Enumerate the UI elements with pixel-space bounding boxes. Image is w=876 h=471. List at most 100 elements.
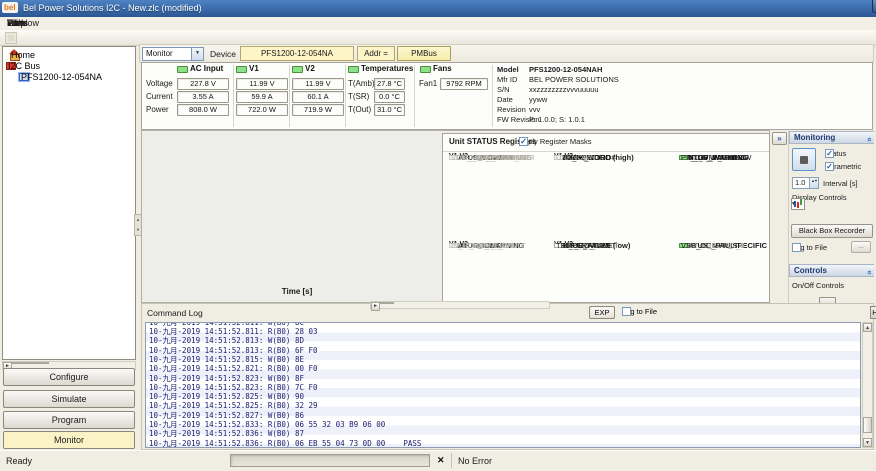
command-log-title: Command Log [147,308,203,318]
log-filter-hlp-button[interactable]: HLP [870,306,876,319]
meas-value: 9792 RPM [440,78,488,90]
meas-value: 0.0 °C [374,91,405,103]
nav-program-button[interactable]: Program [3,411,135,429]
scroll-up-icon[interactable] [863,323,872,332]
meas-value: 227.8 V [177,78,229,90]
meas-value: 11.99 V [236,78,288,90]
log-to-file-row[interactable]: Log to File [622,307,657,316]
log-line: 10-九月-2019 14:51:52.836: R(B0) 06 EB 55 … [149,439,421,448]
register-label: UNKNOWN [556,153,596,162]
nav-simulate-button[interactable]: Simulate [3,390,135,408]
collapse-icon[interactable] [863,137,874,141]
meas-label: T(SR) [348,92,369,101]
log-line: 10-九月-2019 14:51:52.836: W(B0) 87 [149,429,304,438]
log-to-file-checkbox[interactable] [792,243,801,252]
scroll-right-icon[interactable] [371,302,380,311]
log-line: 10-九月-2019 14:51:52.827: W(B0) 86 [149,411,304,420]
meas-label: Voltage [146,79,173,88]
meas-value: 722.0 W [236,104,288,116]
device-info-label: S/N [497,85,510,94]
title-bar: bel Bel Power Solutions I2C - New.zlc (m… [0,0,876,17]
ready-status: Ready [6,456,32,466]
group-status-led [348,66,359,73]
device-tree[interactable]: HomeI2C BusPFS1200-12-054NA [2,46,136,360]
interval-spinner[interactable]: 1.0 [792,177,819,189]
log-line: 10-九月-2019 14:51:52.813: W(B0) 8D [149,336,304,345]
stop-monitoring-button[interactable] [792,148,816,171]
meas-label: T(Amb) [348,79,375,88]
command-log-panel: Command Log EXP Log to File TXTI2CHEXDEC… [141,303,874,450]
register-label: IN_POWER_LIMIT [451,241,514,250]
monitoring-panel: Monitoring Status Parametric 1.0 Interva… [788,131,874,303]
status-panel-horizontal-scrollbar[interactable] [370,301,550,309]
scrollbar-thumb[interactable] [863,417,872,433]
group-status-led [177,66,188,73]
progress-bar [230,454,430,467]
log-line: 10-九月-2019 14:51:52.833: R(B0) 06 55 32 … [149,420,385,429]
browse-button[interactable]: ... [851,241,871,253]
plot-x-axis-label: Time [s] [252,287,342,296]
meas-value: 60.1 A [292,91,344,103]
clear-error-icon[interactable] [437,455,445,466]
log-line: 10-九月-2019 14:51:52.823: R(B0) 7C F0 [149,383,318,392]
scroll-down-icon[interactable] [863,438,872,447]
expand-panel-button[interactable] [772,132,787,145]
controls-title: Controls [794,266,827,275]
device-info-value: P: 1.0.0; S: 1.0.1 [529,115,585,124]
group-name: V1 [249,64,259,73]
meas-value: 11.99 V [292,78,344,90]
meas-label: Power [146,105,169,114]
meas-label: Fan1 [419,79,437,88]
device-info-value: xxzzzzzzzzvvvuuuuu [529,85,599,94]
divider [443,151,769,152]
apply-register-masks-checkbox[interactable] [519,137,528,146]
device-info-label: Revision [497,105,526,114]
disabled-tool-icon [5,32,17,44]
group-status-led [420,66,431,73]
chevron-down-icon[interactable] [191,48,203,60]
monitor-log-to-file-row[interactable]: Log to File [792,243,827,252]
status-checkbox[interactable] [825,149,834,158]
pmbus-button[interactable]: PMBus [397,46,451,61]
tree-item-label: I2C Bus [6,61,42,71]
device-label: Device [210,49,236,59]
log-line: 10-九月-2019 14:51:52.813: R(B0) 6F F0 [149,346,318,355]
tree-item-label: PFS1200-12-054NA [19,72,104,82]
menu-bar: FileEditViewToolsWindowHelp [0,17,876,30]
meas-label: T(Out) [348,105,371,114]
log-line: 10-九月-2019 14:51:52.815: W(B0) 8E [149,355,304,364]
app-logo: bel [2,2,18,13]
device-info-value: BEL POWER SOLUTIONS [529,75,619,84]
application-window: bel Bel Power Solutions I2C - New.zlc (m… [0,0,876,471]
tree-item-label: Home [9,50,37,60]
status-checkbox-row[interactable]: Status [825,149,846,158]
chevron-down-icon[interactable] [791,201,796,207]
meas-label: Current [146,92,173,101]
unit-status-registers-panel: Unit STATUS Registers Apply Register Mas… [442,133,770,303]
menu-help[interactable]: Help [0,17,33,30]
log-line: 10-九月-2019 14:51:52.811: R(B0) 28 03 [149,327,318,336]
nav-monitor-button[interactable]: Monitor [3,431,135,449]
meas-value: 3.55 A [177,91,229,103]
nav-configure-button[interactable]: Configure [3,368,135,386]
parametric-checkbox[interactable] [825,162,834,171]
on-off-controls-label: On/Off Controls [792,281,844,290]
apply-register-masks[interactable]: Apply Register Masks [519,137,592,146]
log-vertical-scrollbar[interactable] [862,322,873,448]
black-box-recorder-button[interactable]: Black Box Recorder [791,224,873,238]
controls-header[interactable]: Controls [789,264,874,277]
command-log-list[interactable]: 10-九月-2019 14:51:52.811: W(B0) 8C10-九月-2… [145,322,861,448]
log-to-file-checkbox[interactable] [622,307,631,316]
spinner-arrows-icon[interactable] [809,178,818,188]
error-status: No Error [458,456,492,466]
monitoring-header[interactable]: Monitoring [789,131,874,144]
group-name: Temperatures [361,64,413,73]
parametric-checkbox-row[interactable]: Parametric [825,162,861,171]
group-name: V2 [305,64,315,73]
mode-select[interactable]: Monitor [142,47,204,61]
device-info-label: Model [497,65,519,74]
device-info-value: yyww [529,95,547,104]
close-button[interactable] [872,0,876,13]
export-button[interactable]: EXP [589,306,615,319]
collapse-icon[interactable] [863,270,874,274]
